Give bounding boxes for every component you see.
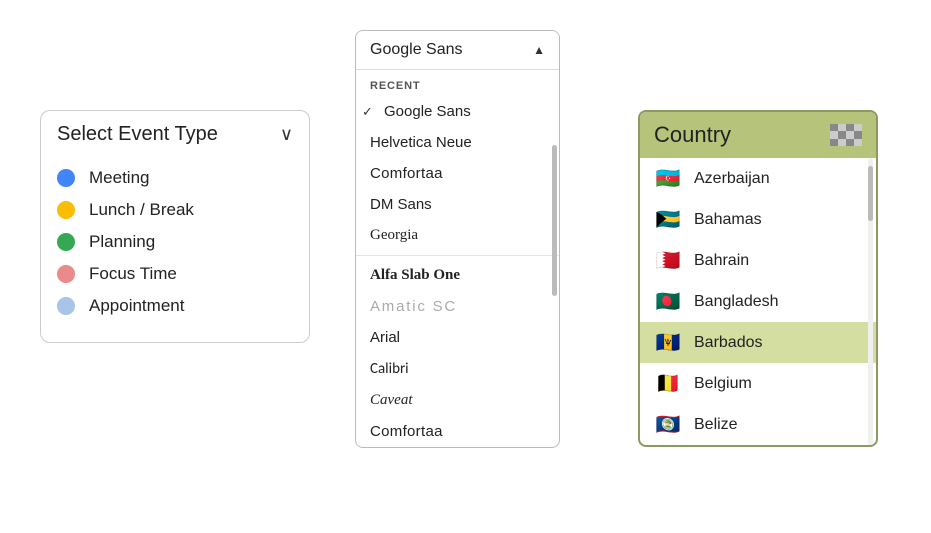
checkerboard-icon — [830, 124, 862, 146]
country-item-belize[interactable]: 🇧🇿 Belize — [640, 404, 876, 445]
country-name: Belgium — [694, 375, 752, 393]
list-item[interactable]: Focus Time — [57, 258, 293, 290]
event-type-panel: Select Event Type ∨ Meeting Lunch / Brea… — [40, 110, 310, 343]
check-icon: ✓ — [362, 104, 373, 120]
flag-bahrain: 🇧🇭 — [654, 248, 682, 273]
scrollbar-thumb[interactable] — [552, 145, 557, 296]
font-item-calibri[interactable]: Calibri — [356, 353, 559, 385]
flag-azerbaijan: 🇦🇿 — [654, 166, 682, 191]
font-item-alfa-slab[interactable]: Alfa Slab One — [356, 260, 559, 291]
focus-dot — [57, 265, 75, 283]
flag-belize: 🇧🇿 — [654, 412, 682, 437]
appointment-label: Appointment — [89, 296, 184, 316]
recent-section-label: RECENT — [356, 70, 559, 96]
lunch-label: Lunch / Break — [89, 200, 194, 220]
font-item-google-sans[interactable]: ✓ Google Sans — [356, 96, 559, 127]
font-dropdown-panel: Google Sans ▲ RECENT ✓ Google Sans Helve… — [355, 30, 560, 448]
scrollbar-track — [868, 158, 873, 445]
font-name: Alfa Slab One — [370, 267, 460, 284]
country-panel: Country 🇦🇿 Azerbaijan 🇧🇸 Bahamas 🇧 — [638, 110, 878, 447]
font-item-amatic[interactable]: Amatic SC — [356, 291, 559, 322]
font-item-comfortaa[interactable]: Comfortaa — [356, 158, 559, 189]
font-item-caveat[interactable]: Caveat — [356, 385, 559, 416]
country-item-belgium[interactable]: 🇧🇪 Belgium — [640, 363, 876, 404]
meeting-dot — [57, 169, 75, 187]
font-name: Calibri — [370, 360, 409, 378]
font-dropdown-header[interactable]: Google Sans ▲ — [356, 31, 559, 70]
list-item[interactable]: Lunch / Break — [57, 194, 293, 226]
triangle-icon: ▲ — [533, 43, 545, 57]
country-name: Bahamas — [694, 211, 762, 229]
flag-bahamas: 🇧🇸 — [654, 207, 682, 232]
font-item-georgia[interactable]: Georgia — [356, 220, 559, 251]
list-item[interactable]: Planning — [57, 226, 293, 258]
font-name: Comfortaa — [370, 165, 443, 182]
font-item-arial[interactable]: Arial — [356, 322, 559, 353]
list-item[interactable]: Meeting — [57, 162, 293, 194]
country-header: Country — [640, 112, 876, 158]
country-item-bangladesh[interactable]: 🇧🇩 Bangladesh — [640, 281, 876, 322]
font-item-comfortaa2[interactable]: Comfortaa — [356, 416, 559, 447]
appointment-dot — [57, 297, 75, 315]
font-name: Caveat — [370, 392, 413, 409]
lunch-dot — [57, 201, 75, 219]
font-list: RECENT ✓ Google Sans Helvetica Neue Comf… — [356, 70, 559, 447]
country-name: Belize — [694, 416, 738, 434]
country-title: Country — [654, 122, 731, 148]
chevron-down-icon: ∨ — [280, 124, 293, 145]
meeting-label: Meeting — [89, 168, 149, 188]
font-name: Helvetica Neue — [370, 134, 472, 151]
country-name: Bangladesh — [694, 293, 779, 311]
event-type-header[interactable]: Select Event Type ∨ — [57, 123, 293, 146]
font-item-dm-sans[interactable]: DM Sans — [356, 189, 559, 220]
font-name: Georgia — [370, 227, 418, 244]
focus-label: Focus Time — [89, 264, 177, 284]
font-name: Comfortaa — [370, 423, 443, 440]
list-item[interactable]: Appointment — [57, 290, 293, 322]
font-selected-label: Google Sans — [370, 41, 463, 59]
flag-barbados: 🇧🇧 — [654, 330, 682, 355]
font-name: Google Sans — [384, 103, 471, 120]
event-type-title: Select Event Type — [57, 123, 218, 146]
font-name: Amatic SC — [370, 298, 457, 315]
flag-bangladesh: 🇧🇩 — [654, 289, 682, 314]
country-name: Barbados — [694, 334, 763, 352]
country-list: 🇦🇿 Azerbaijan 🇧🇸 Bahamas 🇧🇭 Bahrain 🇧🇩 B… — [640, 158, 876, 445]
flag-belgium: 🇧🇪 — [654, 371, 682, 396]
country-name: Azerbaijan — [694, 170, 770, 188]
font-name: Arial — [370, 329, 400, 346]
divider — [356, 255, 559, 256]
planning-dot — [57, 233, 75, 251]
scrollbar-thumb[interactable] — [868, 166, 873, 221]
country-name: Bahrain — [694, 252, 749, 270]
country-item-bahrain[interactable]: 🇧🇭 Bahrain — [640, 240, 876, 281]
country-item-bahamas[interactable]: 🇧🇸 Bahamas — [640, 199, 876, 240]
font-name: DM Sans — [370, 196, 432, 213]
font-item-helvetica[interactable]: Helvetica Neue — [356, 127, 559, 158]
planning-label: Planning — [89, 232, 155, 252]
country-item-barbados[interactable]: 🇧🇧 Barbados — [640, 322, 876, 363]
country-item-azerbaijan[interactable]: 🇦🇿 Azerbaijan — [640, 158, 876, 199]
